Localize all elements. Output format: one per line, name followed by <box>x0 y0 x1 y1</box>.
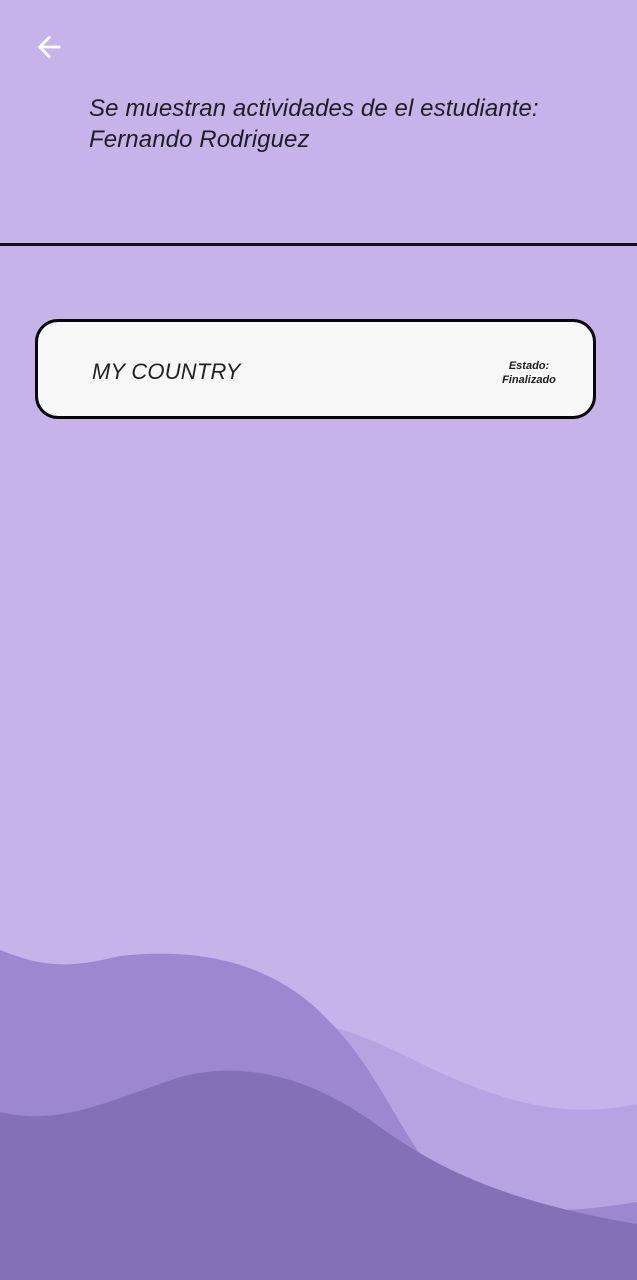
header-divider <box>0 243 637 246</box>
activity-card[interactable]: MY COUNTRY Estado: Finalizado <box>35 319 596 419</box>
decorative-waves <box>0 950 637 1280</box>
status-badge: Estado: Finalizado <box>489 359 569 387</box>
status-value: Finalizado <box>502 374 556 386</box>
activities-screen: Se muestran actividades de el estudiante… <box>0 0 637 1280</box>
wave-dark-shape <box>0 1070 637 1280</box>
status-label: Estado: <box>508 360 550 372</box>
header: Se muestran actividades de el estudiante… <box>0 0 637 246</box>
activity-title: MY COUNTRY <box>92 359 241 384</box>
student-name: Fernando Rodriguez <box>89 126 310 153</box>
wave-mid-shape <box>0 950 637 1280</box>
arrow-left-icon <box>37 35 61 59</box>
wave-light-shape <box>0 988 637 1280</box>
back-button[interactable] <box>26 24 72 70</box>
page-title-line-1: Se muestran actividades de el estudiante… <box>89 95 539 122</box>
page-title: Se muestran actividades de el estudiante… <box>89 93 589 155</box>
